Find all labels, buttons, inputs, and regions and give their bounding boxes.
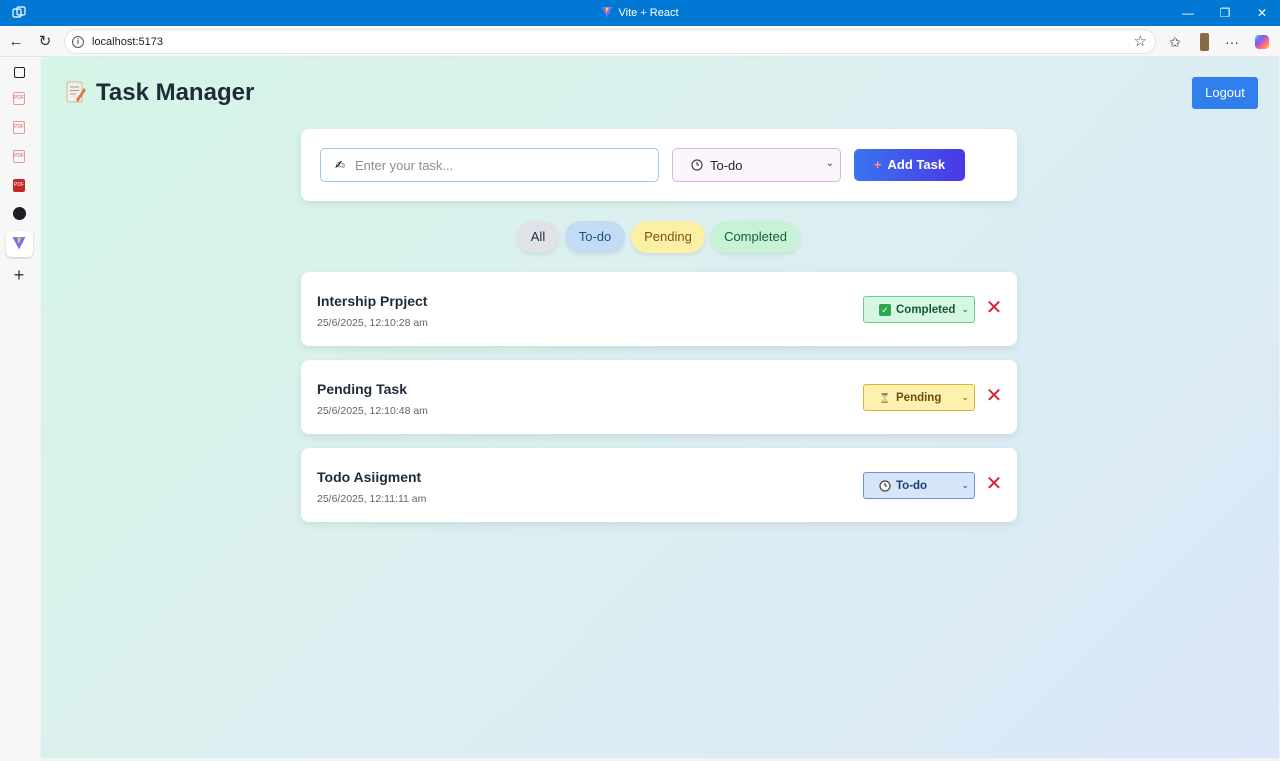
task-card: Intership Prpject 25/6/2025, 12:10:28 am… xyxy=(301,272,1017,346)
task-title: Intership Prpject xyxy=(317,293,428,309)
add-task-button[interactable]: + Add Task xyxy=(854,149,965,181)
task-status-value: Completed xyxy=(896,304,956,316)
browser-toolbar: ← ↻ i localhost:5173 ☆ ✩ ··· xyxy=(0,26,1280,57)
chevron-down-icon: ⌄ xyxy=(961,480,969,490)
task-input-wrapper[interactable]: ✍ xyxy=(320,148,659,182)
pdf-tab-icon[interactable]: PDF xyxy=(13,121,25,134)
plus-icon: + xyxy=(873,157,882,172)
refresh-button[interactable]: ↻ xyxy=(35,32,55,52)
vite-tab-icon[interactable] xyxy=(12,236,26,250)
tab-actions-icon[interactable] xyxy=(10,64,28,82)
task-card: Pending Task 25/6/2025, 12:10:48 am ⏳ Pe… xyxy=(301,360,1017,434)
logout-button[interactable]: Logout xyxy=(1192,77,1258,109)
task-status-value: To-do xyxy=(896,480,928,492)
address-bar[interactable]: i localhost:5173 ☆ xyxy=(64,29,1156,54)
add-task-label: Add Task xyxy=(887,157,946,172)
new-tab-plus-icon[interactable]: + xyxy=(10,266,28,284)
window-title: Vite + React xyxy=(0,6,1280,19)
memo-icon xyxy=(66,81,86,103)
filter-completed[interactable]: Completed xyxy=(711,221,800,253)
hourglass-icon: ⏳ xyxy=(879,393,891,403)
back-button[interactable]: ← xyxy=(6,32,26,52)
favorite-star-icon[interactable]: ☆ xyxy=(1134,32,1147,50)
delete-task-button[interactable]: ✕ xyxy=(985,474,1003,494)
task-title: Pending Task xyxy=(317,381,407,397)
site-info-icon[interactable]: i xyxy=(72,36,84,48)
filter-all[interactable]: All xyxy=(517,221,559,253)
clock-icon xyxy=(691,159,703,171)
pdf-tab-icon[interactable]: PDF xyxy=(13,150,25,163)
check-box-icon: ✓ xyxy=(879,304,891,316)
chevron-down-icon: ⌄ xyxy=(961,392,969,402)
add-task-card: ✍ To-do ⌄ + Add Task xyxy=(301,129,1017,201)
window-title-text: Vite + React xyxy=(618,7,679,19)
browser-sidebar: PDF PDF PDF PDF + xyxy=(0,57,40,761)
delete-task-button[interactable]: ✕ xyxy=(985,298,1003,318)
restore-button[interactable]: ❐ xyxy=(1216,4,1234,22)
copilot-icon[interactable] xyxy=(1252,32,1272,52)
pdf-tab-icon[interactable]: PDF xyxy=(13,179,25,192)
more-options-icon[interactable]: ··· xyxy=(1222,32,1242,52)
writing-hand-icon: ✍ xyxy=(335,158,346,172)
page-title: Task Manager xyxy=(66,79,254,107)
filter-pending[interactable]: Pending xyxy=(631,221,705,253)
task-date: 25/6/2025, 12:10:48 am xyxy=(317,405,428,417)
task-status-select[interactable]: To-do ⌄ xyxy=(863,472,975,499)
delete-task-button[interactable]: ✕ xyxy=(985,386,1003,406)
task-input[interactable] xyxy=(355,156,645,174)
task-card: Todo Asiigment 25/6/2025, 12:11:11 am To… xyxy=(301,448,1017,522)
task-status-select[interactable]: ⏳ Pending ⌄ xyxy=(863,384,975,411)
favorites-icon[interactable]: ✩ xyxy=(1165,32,1185,52)
github-icon[interactable] xyxy=(10,205,28,223)
clock-icon xyxy=(879,480,891,492)
task-status-value: Pending xyxy=(896,392,942,404)
minimize-button[interactable]: — xyxy=(1179,4,1197,22)
task-date: 25/6/2025, 12:10:28 am xyxy=(317,317,428,329)
status-select-value: To-do xyxy=(710,158,743,173)
filter-todo[interactable]: To-do xyxy=(565,221,625,253)
profile-avatar[interactable] xyxy=(1194,32,1214,52)
task-date: 25/6/2025, 12:11:11 am xyxy=(317,493,427,505)
task-title: Todo Asiigment xyxy=(317,469,422,485)
chevron-down-icon: ⌄ xyxy=(961,304,969,314)
task-status-select[interactable]: ✓ Completed ⌄ xyxy=(863,296,975,323)
close-window-button[interactable]: ✕ xyxy=(1253,4,1271,22)
vite-logo-icon xyxy=(601,7,613,18)
window-titlebar: Vite + React — ❐ ✕ xyxy=(0,0,1280,26)
page-title-text: Task Manager xyxy=(96,79,255,106)
pdf-tab-icon[interactable]: PDF xyxy=(13,92,25,105)
chevron-down-icon: ⌄ xyxy=(825,158,834,169)
status-select[interactable]: To-do ⌄ xyxy=(672,148,841,182)
app-main: Task Manager Logout ✍ To-do ⌄ +Add Task … xyxy=(41,57,1279,758)
url-text: localhost:5173 xyxy=(92,36,163,48)
